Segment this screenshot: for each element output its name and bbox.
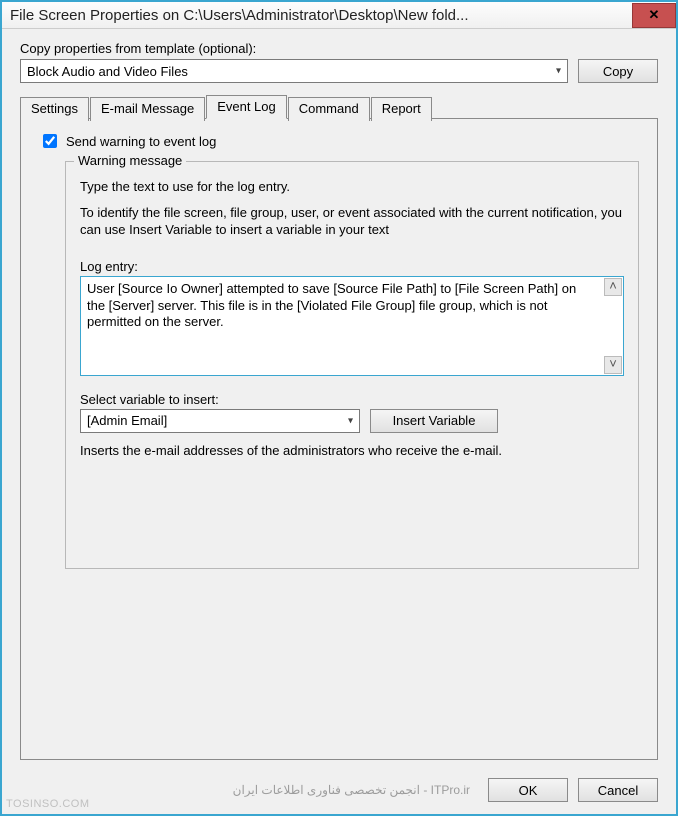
scroll-down-button[interactable]: ˅ bbox=[604, 356, 622, 374]
warning-desc2: To identify the file screen, file group,… bbox=[80, 204, 624, 239]
client-area: Copy properties from template (optional)… bbox=[2, 29, 676, 768]
chevron-up-icon: ˄ bbox=[609, 278, 617, 295]
tab-email[interactable]: E-mail Message bbox=[90, 97, 205, 121]
tabstrip: Settings E-mail Message Event Log Comman… bbox=[20, 95, 658, 119]
corner-watermark: TOSINSO.COM bbox=[6, 798, 90, 810]
dialog-window: File Screen Properties on C:\Users\Admin… bbox=[0, 0, 678, 816]
titlebar: File Screen Properties on C:\Users\Admin… bbox=[2, 2, 676, 29]
variable-row: [Admin Email] ▾ Insert Variable bbox=[80, 409, 624, 433]
copy-button[interactable]: Copy bbox=[578, 59, 658, 83]
scroll-up-button[interactable]: ˄ bbox=[604, 278, 622, 296]
log-entry-textarea[interactable]: User [Source Io Owner] attempted to save… bbox=[80, 276, 624, 376]
variable-selected-text: [Admin Email] bbox=[87, 413, 167, 428]
chevron-down-icon: ▾ bbox=[556, 66, 561, 77]
variable-label: Select variable to insert: bbox=[80, 392, 624, 407]
chevron-down-icon: ▾ bbox=[348, 415, 353, 426]
ok-button[interactable]: OK bbox=[488, 778, 568, 802]
log-entry-text: User [Source Io Owner] attempted to save… bbox=[87, 281, 576, 330]
send-warning-checkbox[interactable] bbox=[43, 134, 57, 148]
warning-groupbox-title: Warning message bbox=[74, 153, 186, 168]
warning-desc1: Type the text to use for the log entry. bbox=[80, 178, 624, 196]
tab-settings[interactable]: Settings bbox=[20, 97, 89, 121]
template-select[interactable]: Block Audio and Video Files ▾ bbox=[20, 59, 568, 83]
template-row: Block Audio and Video Files ▾ Copy bbox=[20, 59, 658, 83]
template-label: Copy properties from template (optional)… bbox=[20, 41, 658, 56]
dialog-footer: ITPro.ir - انجمن تخصصی فناوری اطلاعات ای… bbox=[2, 768, 676, 814]
window-title: File Screen Properties on C:\Users\Admin… bbox=[2, 7, 632, 24]
warning-groupbox: Warning message Type the text to use for… bbox=[65, 161, 639, 569]
tab-eventlog[interactable]: Event Log bbox=[206, 95, 287, 119]
variable-description: Inserts the e-mail addresses of the admi… bbox=[80, 443, 624, 458]
send-warning-label: Send warning to event log bbox=[66, 134, 216, 149]
watermark-text: ITPro.ir - انجمن تخصصی فناوری اطلاعات ای… bbox=[20, 783, 478, 797]
tab-report[interactable]: Report bbox=[371, 97, 432, 121]
tabpanel-eventlog: Send warning to event log Warning messag… bbox=[20, 118, 658, 760]
send-warning-row: Send warning to event log bbox=[39, 131, 639, 151]
insert-variable-button[interactable]: Insert Variable bbox=[370, 409, 498, 433]
close-button[interactable]: ✕ bbox=[632, 3, 676, 28]
template-selected-text: Block Audio and Video Files bbox=[27, 64, 188, 79]
close-icon: ✕ bbox=[649, 7, 660, 23]
log-entry-label: Log entry: bbox=[80, 259, 624, 274]
tab-command[interactable]: Command bbox=[288, 97, 370, 121]
cancel-button[interactable]: Cancel bbox=[578, 778, 658, 802]
variable-select[interactable]: [Admin Email] ▾ bbox=[80, 409, 360, 433]
chevron-down-icon: ˅ bbox=[609, 356, 617, 373]
